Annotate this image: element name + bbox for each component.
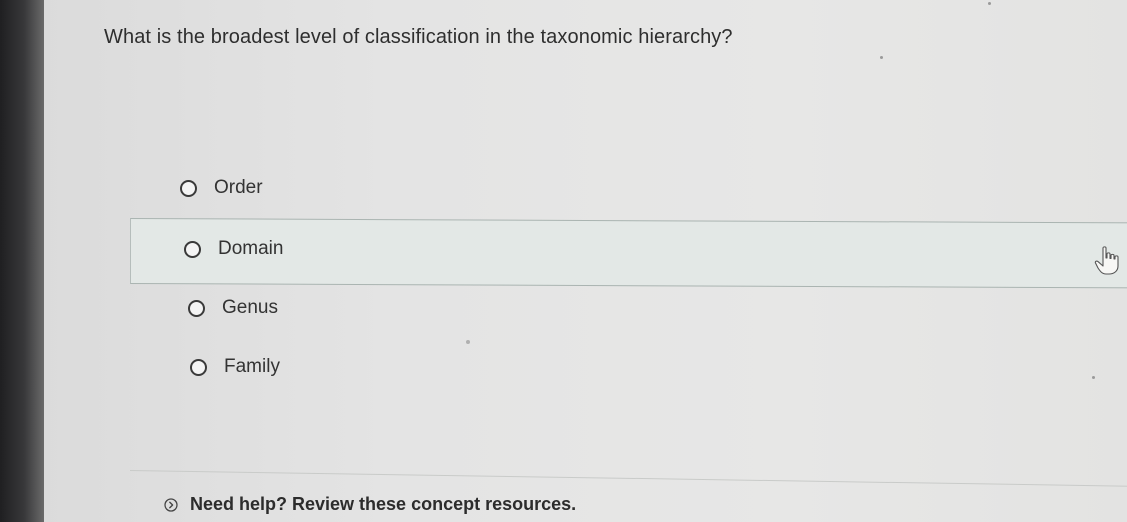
option-order[interactable]: Order xyxy=(180,177,263,199)
left-screen-edge xyxy=(0,0,44,522)
radio-button-order[interactable] xyxy=(180,179,197,197)
chevron-right-circle-icon xyxy=(164,497,178,512)
help-link-text[interactable]: Need help? Review these concept resource… xyxy=(190,494,576,515)
screen-speck xyxy=(1092,376,1095,379)
option-domain[interactable]: Domain xyxy=(184,238,283,260)
option-label-family: Family xyxy=(224,356,280,377)
option-label-order: Order xyxy=(214,177,263,198)
screen-speck xyxy=(880,56,883,59)
radio-button-domain[interactable] xyxy=(184,240,201,258)
screen-speck xyxy=(466,340,470,344)
option-family[interactable]: Family xyxy=(190,356,280,378)
radio-button-family[interactable] xyxy=(190,358,207,376)
screen-speck xyxy=(988,2,991,5)
hand-cursor-icon xyxy=(1094,246,1119,275)
option-label-genus: Genus xyxy=(222,297,278,318)
question-text: What is the broadest level of classifica… xyxy=(104,26,733,48)
section-divider xyxy=(129,470,1127,487)
help-resources-link[interactable]: Need help? Review these concept resource… xyxy=(164,494,576,515)
option-label-domain: Domain xyxy=(218,238,284,259)
option-genus[interactable]: Genus xyxy=(188,297,278,319)
radio-button-genus[interactable] xyxy=(188,299,205,317)
